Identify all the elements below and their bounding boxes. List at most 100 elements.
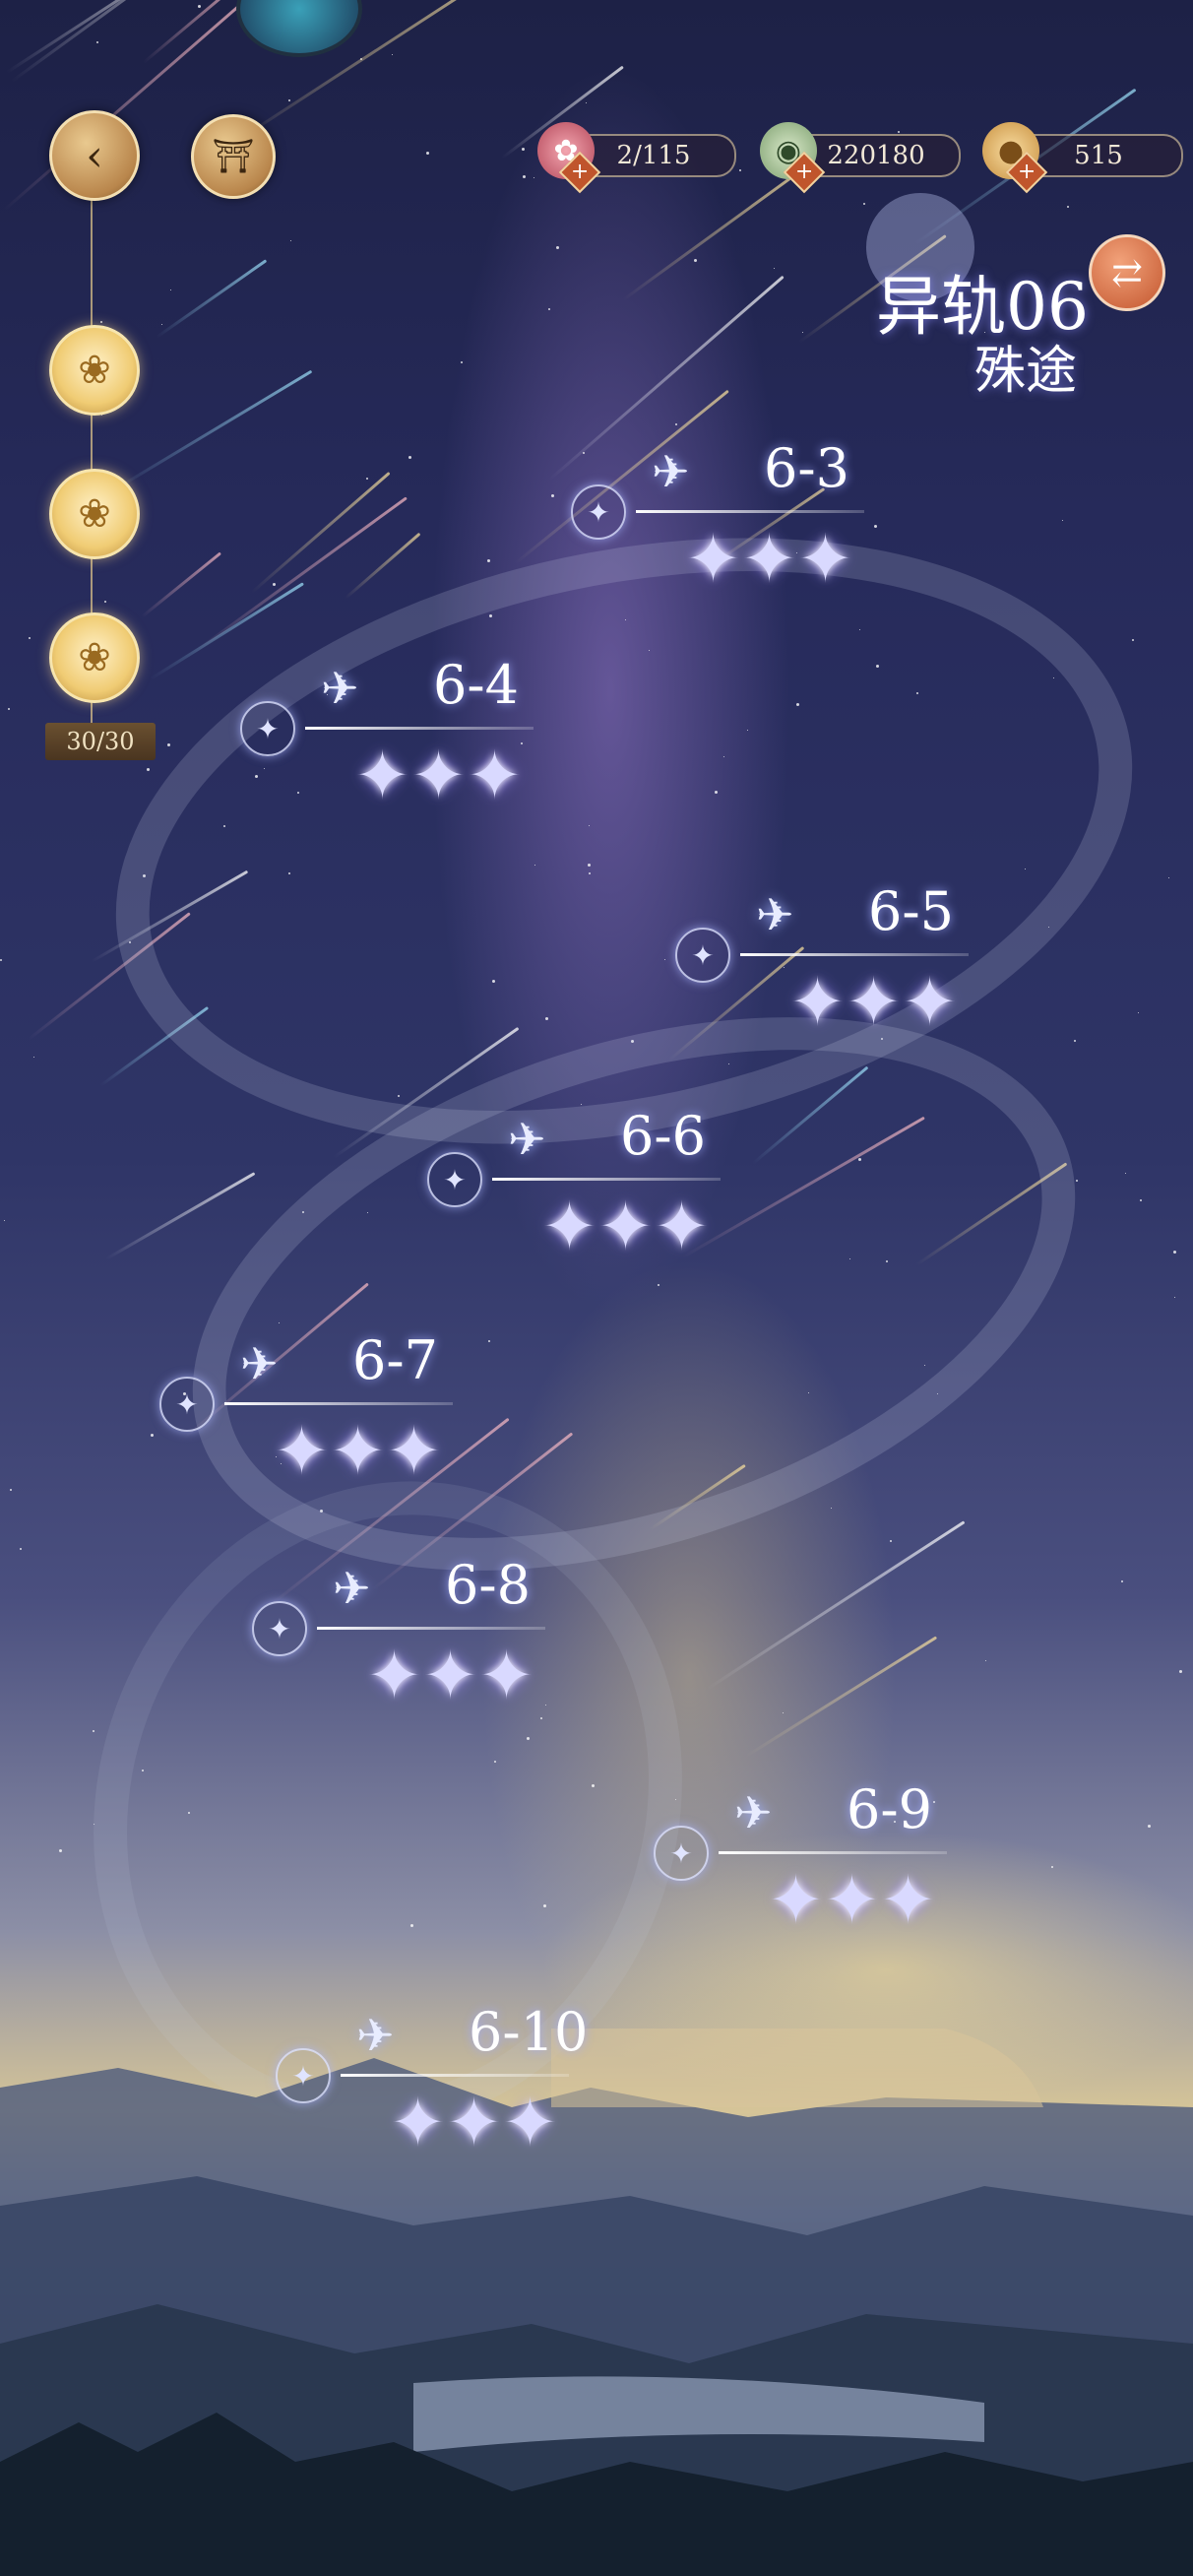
star-rating: ✦✦✦ — [789, 964, 958, 1042]
background-star — [59, 1849, 62, 1852]
background-star — [898, 131, 900, 133]
background-star — [774, 268, 775, 269]
home-button[interactable]: ⛩ — [191, 114, 276, 199]
back-button[interactable]: ‹ — [49, 110, 140, 201]
level-node-6-3[interactable]: ✦ ✈ 6-3 ✦✦✦ — [571, 433, 866, 601]
level-underline — [636, 510, 864, 513]
background-star — [104, 601, 106, 603]
level-underline — [305, 727, 534, 730]
level-node-6-10[interactable]: ✦ ✈ 6-10 ✦✦✦ — [276, 1997, 588, 2164]
level-map-screen: ‹ ⛩ ❀ ❀ ❀ 30/30 2/115 ✿ + 220180 ◉ + 515… — [0, 0, 1193, 2576]
level-emblem-icon: ✈ — [333, 1562, 371, 1615]
level-node-6-8[interactable]: ✦ ✈ 6-8 ✦✦✦ — [252, 1550, 547, 1717]
level-label: 6-3 — [764, 437, 849, 499]
star-rating: ✦✦✦ — [354, 738, 523, 815]
shrine-gate-icon: ⛩ — [212, 137, 255, 176]
lotus-icon: ❀ — [78, 491, 111, 537]
resource-mooncake-value: 515 — [1074, 141, 1123, 170]
level-stars: ✦✦✦ — [366, 1642, 534, 1711]
lotus-icon: ❀ — [78, 348, 111, 393]
level-label: 6-5 — [868, 880, 954, 942]
level-node-6-9[interactable]: ✦ ✈ 6-9 ✦✦✦ — [654, 1774, 949, 1942]
meteor-streak — [143, 0, 235, 64]
level-ring-icon: ✦ — [675, 928, 730, 983]
background-star — [1173, 1251, 1176, 1254]
level-ring-icon: ✦ — [159, 1377, 215, 1432]
background-star — [694, 259, 697, 262]
level-emblem-icon: ✈ — [240, 1337, 279, 1390]
level-underline — [719, 1851, 947, 1854]
star-rating: ✦✦✦ — [768, 1862, 936, 1940]
background-star — [586, 102, 587, 103]
background-star — [1138, 1012, 1139, 1013]
background-star — [985, 1660, 986, 1661]
level-node-6-7[interactable]: ✦ ✈ 6-7 ✦✦✦ — [159, 1325, 455, 1493]
level-ring-icon: ✦ — [654, 1826, 709, 1881]
level-node-6-5[interactable]: ✦ ✈ 6-5 ✦✦✦ — [675, 876, 971, 1044]
level-label: 6-6 — [620, 1105, 706, 1167]
meteor-streak — [345, 532, 421, 600]
background-star — [392, 54, 393, 55]
background-star — [548, 308, 550, 310]
meteor-streak — [706, 1520, 966, 1691]
background-star — [1051, 1866, 1053, 1868]
background-star — [739, 169, 741, 171]
background-star — [1121, 1580, 1123, 1582]
resource-jade-value: 220180 — [827, 141, 925, 170]
background-star — [288, 99, 290, 101]
level-ring-icon: ✦ — [240, 701, 295, 756]
background-star — [1140, 1199, 1142, 1201]
level-emblem-icon: ✈ — [734, 1786, 773, 1839]
level-label: 6-4 — [433, 654, 519, 716]
level-stars: ✦✦✦ — [685, 526, 853, 595]
level-stars: ✦✦✦ — [354, 742, 523, 811]
level-stars: ✦✦✦ — [541, 1193, 710, 1262]
background-star — [1168, 877, 1169, 878]
level-label: 6-8 — [445, 1554, 531, 1616]
level-emblem-icon: ✈ — [652, 445, 690, 498]
level-emblem-icon: ✈ — [321, 662, 359, 715]
background-star — [33, 1057, 34, 1058]
level-stars: ✦✦✦ — [390, 2090, 558, 2158]
level-underline — [341, 2074, 569, 2077]
level-label: 6-9 — [847, 1778, 932, 1840]
background-star — [783, 1712, 784, 1713]
reward-progress: 30/30 — [45, 723, 156, 760]
background-star — [93, 1730, 94, 1732]
background-star — [273, 583, 276, 586]
lotus-reward-2[interactable]: ❀ — [49, 469, 140, 559]
level-underline — [224, 1402, 453, 1405]
background-star — [1074, 1040, 1076, 1042]
background-star — [0, 959, 2, 961]
background-star — [1125, 1173, 1126, 1174]
swap-arrows-icon: ⇄ — [1111, 251, 1143, 294]
background-star — [487, 559, 490, 562]
chapter-switch-button[interactable]: ⇄ — [1089, 234, 1165, 311]
background-star — [151, 1434, 154, 1437]
background-star — [890, 1540, 892, 1542]
background-star — [10, 1489, 12, 1491]
mascot-avatar[interactable] — [236, 0, 362, 57]
meteor-streak — [622, 176, 791, 301]
background-star — [147, 768, 150, 771]
lotus-reward-1[interactable]: ❀ — [49, 325, 140, 416]
star-rating: ✦✦✦ — [366, 1638, 534, 1715]
background-star — [290, 240, 291, 241]
level-underline — [740, 953, 969, 956]
background-star — [874, 525, 877, 528]
background-star — [1076, 1180, 1078, 1182]
background-star — [100, 321, 102, 323]
level-node-6-4[interactable]: ✦ ✈ 6-4 ✦✦✦ — [240, 650, 535, 817]
back-arrow-icon: ‹ — [86, 130, 103, 181]
meteor-streak — [156, 259, 268, 339]
level-underline — [317, 1627, 545, 1630]
background-star — [167, 743, 170, 746]
star-rating: ✦✦✦ — [541, 1189, 710, 1266]
level-emblem-icon: ✈ — [756, 888, 794, 941]
level-node-6-6[interactable]: ✦ ✈ 6-6 ✦✦✦ — [427, 1101, 722, 1268]
background-star — [1062, 520, 1063, 521]
background-star — [20, 1548, 22, 1550]
resource-lotus-value: 2/115 — [616, 141, 691, 170]
background-star — [556, 246, 559, 249]
lotus-reward-3[interactable]: ❀ — [49, 612, 140, 703]
